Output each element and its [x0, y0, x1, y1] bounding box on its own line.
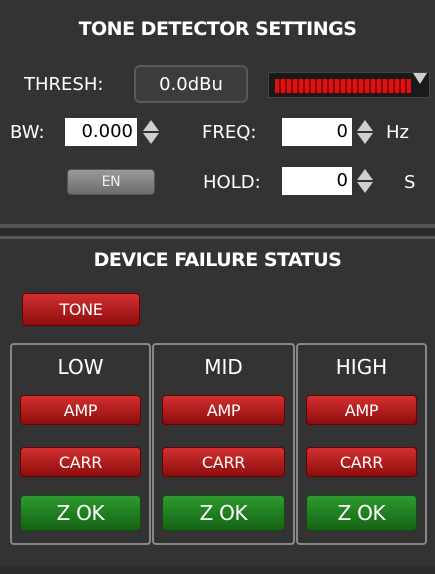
bw-label: BW:: [10, 122, 45, 143]
high-amp-status[interactable]: AMP: [306, 395, 417, 425]
mid-carr-status[interactable]: CARR: [162, 447, 285, 477]
hold-increment-icon[interactable]: [357, 169, 373, 180]
band-high-label: HIGH: [335, 355, 388, 379]
high-z-status[interactable]: Z OK: [306, 495, 417, 531]
freq-increment-icon[interactable]: [357, 120, 373, 131]
bw-increment-icon[interactable]: [143, 120, 159, 131]
low-carr-status[interactable]: CARR: [20, 447, 141, 477]
thresh-label: THRESH:: [24, 74, 104, 95]
band-mid: MID AMP CARR Z OK: [152, 343, 295, 545]
band-mid-label: MID: [204, 355, 243, 379]
hold-unit: S: [404, 172, 416, 193]
band-low-label: LOW: [57, 355, 104, 379]
tone-detector-panel: TONE DETECTOR SETTINGS THRESH: 0.0dBu BW…: [0, 0, 435, 228]
enable-button[interactable]: EN: [67, 169, 155, 195]
band-high: HIGH AMP CARR Z OK: [296, 343, 427, 545]
level-meter-fill: [275, 79, 411, 93]
freq-label: FREQ:: [202, 122, 257, 143]
device-failure-title: DEVICE FAILURE STATUS: [93, 249, 342, 271]
hold-decrement-icon[interactable]: [357, 182, 373, 193]
freq-decrement-icon[interactable]: [357, 133, 373, 144]
band-low: LOW AMP CARR Z OK: [10, 343, 151, 545]
tone-status-button[interactable]: TONE: [22, 293, 140, 326]
tone-detector-title: TONE DETECTOR SETTINGS: [78, 18, 357, 40]
level-meter: [268, 72, 430, 98]
bw-decrement-icon[interactable]: [143, 133, 159, 144]
bw-spinner-icon[interactable]: [143, 118, 159, 146]
mid-z-status[interactable]: Z OK: [162, 495, 285, 531]
freq-spinner-icon[interactable]: [357, 118, 373, 146]
hold-spinner-icon[interactable]: [357, 167, 373, 195]
thresh-value: 0.0dBu: [159, 73, 223, 95]
low-amp-status[interactable]: AMP: [20, 395, 141, 425]
threshold-marker-icon[interactable]: [413, 73, 427, 84]
high-carr-status[interactable]: CARR: [306, 447, 417, 477]
low-z-status[interactable]: Z OK: [20, 495, 141, 531]
hold-field[interactable]: 0: [282, 167, 352, 195]
mid-amp-status[interactable]: AMP: [162, 395, 285, 425]
thresh-readout[interactable]: 0.0dBu: [134, 65, 248, 103]
bw-field[interactable]: 0.000: [65, 118, 137, 146]
hold-label: HOLD:: [203, 172, 261, 193]
freq-field[interactable]: 0: [282, 118, 352, 146]
freq-unit: Hz: [386, 122, 409, 143]
